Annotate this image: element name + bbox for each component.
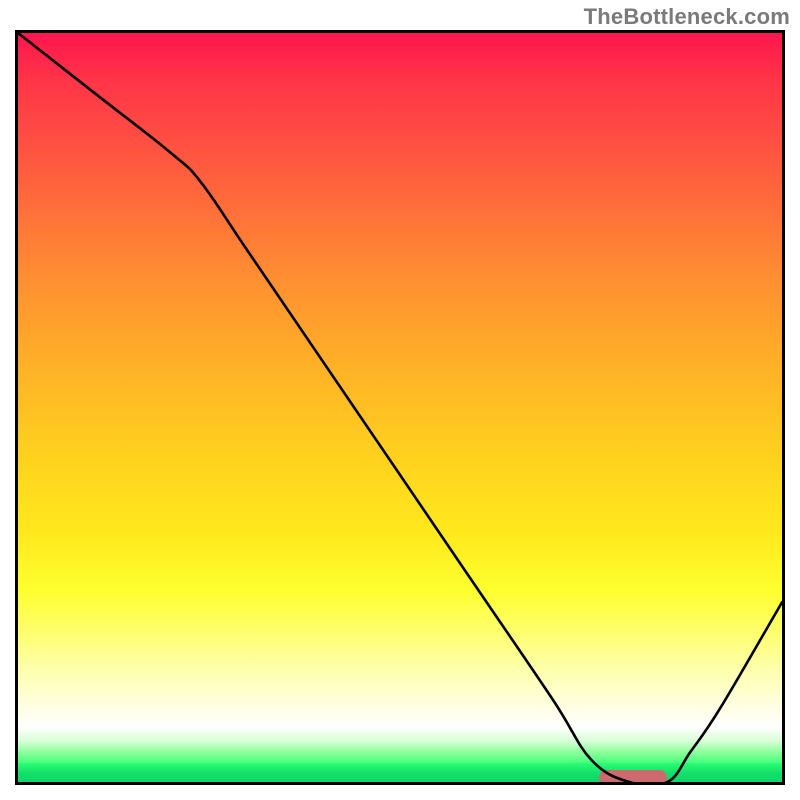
curve-layer [18,33,782,782]
watermark-text: TheBottleneck.com [584,4,790,30]
chart-root: TheBottleneck.com [0,0,800,800]
plot-frame [15,30,785,785]
main-curve [18,33,782,782]
